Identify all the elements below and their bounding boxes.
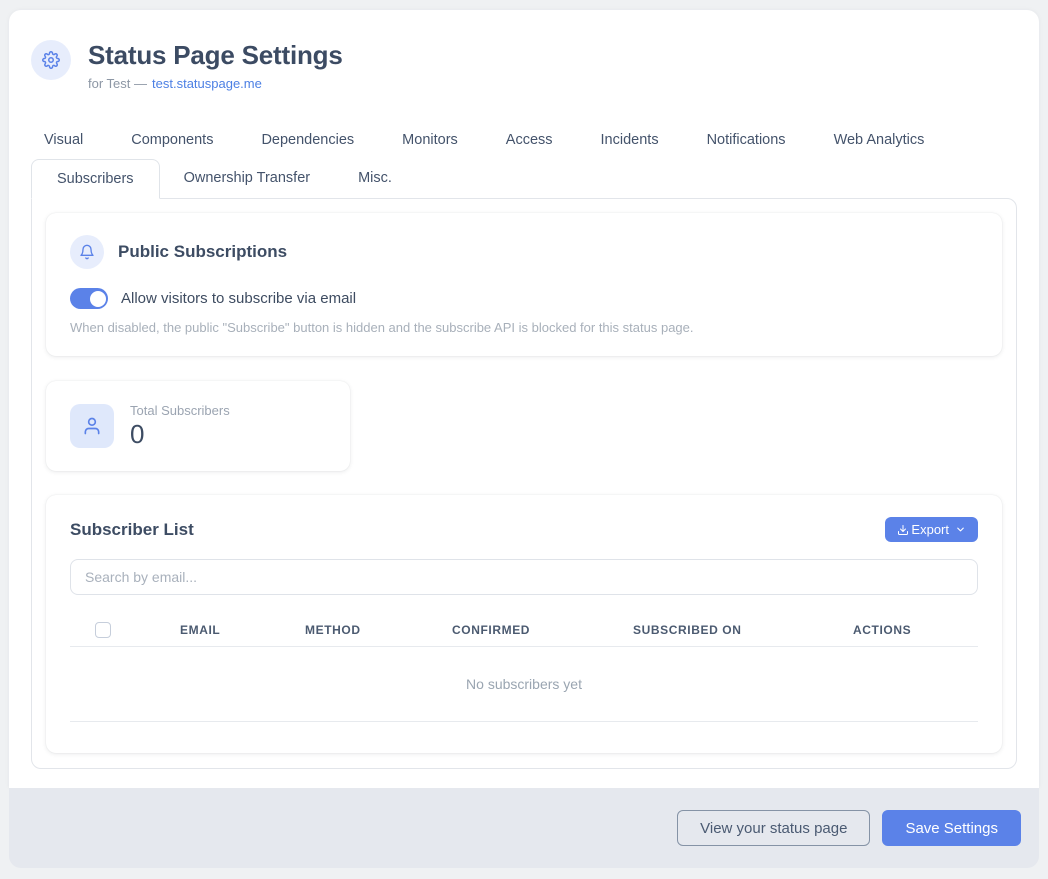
page-title: Status Page Settings [88, 40, 343, 71]
select-all-checkbox[interactable] [95, 622, 111, 638]
tab-row-primary: Visual Components Dependencies Monitors … [31, 121, 1017, 159]
public-subscriptions-header: Public Subscriptions [70, 235, 978, 269]
save-settings-button[interactable]: Save Settings [882, 810, 1021, 846]
tab-notifications[interactable]: Notifications [683, 121, 810, 159]
settings-tabs: Visual Components Dependencies Monitors … [31, 121, 1017, 198]
toggle-helper-text: When disabled, the public "Subscribe" bu… [70, 320, 978, 335]
subscriber-list-card: Subscriber List Export Email Method [46, 495, 1002, 753]
export-button[interactable]: Export [885, 517, 978, 542]
allow-subscribe-toggle[interactable] [70, 288, 108, 309]
bell-icon [70, 235, 104, 269]
search-input[interactable] [70, 559, 978, 595]
tab-row-secondary: Subscribers Ownership Transfer Misc. [31, 159, 1017, 198]
gear-icon [31, 40, 71, 80]
subscribe-toggle-row: Allow visitors to subscribe via email [70, 288, 978, 309]
header-titles: Status Page Settings for Test — test.sta… [88, 40, 343, 91]
public-subscriptions-card: Public Subscriptions Allow visitors to s… [46, 213, 1002, 356]
status-page-link[interactable]: test.statuspage.me [152, 76, 262, 91]
footer-action-bar: View your status page Save Settings [9, 788, 1039, 868]
download-icon [897, 524, 909, 536]
column-email: Email [180, 623, 305, 637]
stat-value: 0 [130, 420, 230, 449]
page-subtitle: for Test — test.statuspage.me [88, 76, 343, 91]
column-confirmed: Confirmed [452, 623, 633, 637]
subscriber-table: Email Method Confirmed Subscribed On Act… [70, 614, 978, 722]
tab-access[interactable]: Access [482, 121, 577, 159]
toggle-label: Allow visitors to subscribe via email [121, 290, 356, 307]
column-actions: Actions [853, 623, 978, 637]
total-subscribers-card: Total Subscribers 0 [46, 381, 350, 471]
tab-incidents[interactable]: Incidents [577, 121, 683, 159]
tab-components[interactable]: Components [107, 121, 237, 159]
view-status-page-button[interactable]: View your status page [677, 810, 870, 846]
tab-ownership-transfer[interactable]: Ownership Transfer [160, 159, 335, 198]
user-icon [70, 404, 114, 448]
empty-state-row: No subscribers yet [70, 647, 978, 722]
stat-label: Total Subscribers [130, 403, 230, 418]
subtitle-prefix: for Test — [88, 76, 147, 91]
tab-subscribers[interactable]: Subscribers [31, 159, 160, 199]
subscriber-table-header: Email Method Confirmed Subscribed On Act… [70, 614, 978, 647]
chevron-down-icon [955, 524, 966, 535]
tab-monitors[interactable]: Monitors [378, 121, 482, 159]
toggle-knob [90, 291, 106, 307]
export-button-label: Export [911, 522, 949, 537]
empty-state-text: No subscribers yet [466, 676, 582, 692]
column-subscribed-on: Subscribed On [633, 623, 853, 637]
subscriber-list-title: Subscriber List [70, 520, 194, 540]
subscriber-list-header: Subscriber List Export [70, 517, 978, 542]
settings-card: Status Page Settings for Test — test.sta… [9, 10, 1039, 788]
tab-web-analytics[interactable]: Web Analytics [810, 121, 949, 159]
subscribers-panel: Public Subscriptions Allow visitors to s… [31, 198, 1017, 769]
tab-visual[interactable]: Visual [31, 121, 107, 159]
page-header: Status Page Settings for Test — test.sta… [31, 40, 1017, 91]
tab-dependencies[interactable]: Dependencies [237, 121, 378, 159]
public-subscriptions-title: Public Subscriptions [118, 242, 287, 262]
column-method: Method [305, 623, 452, 637]
stat-texts: Total Subscribers 0 [130, 403, 230, 449]
tab-misc[interactable]: Misc. [334, 159, 416, 198]
